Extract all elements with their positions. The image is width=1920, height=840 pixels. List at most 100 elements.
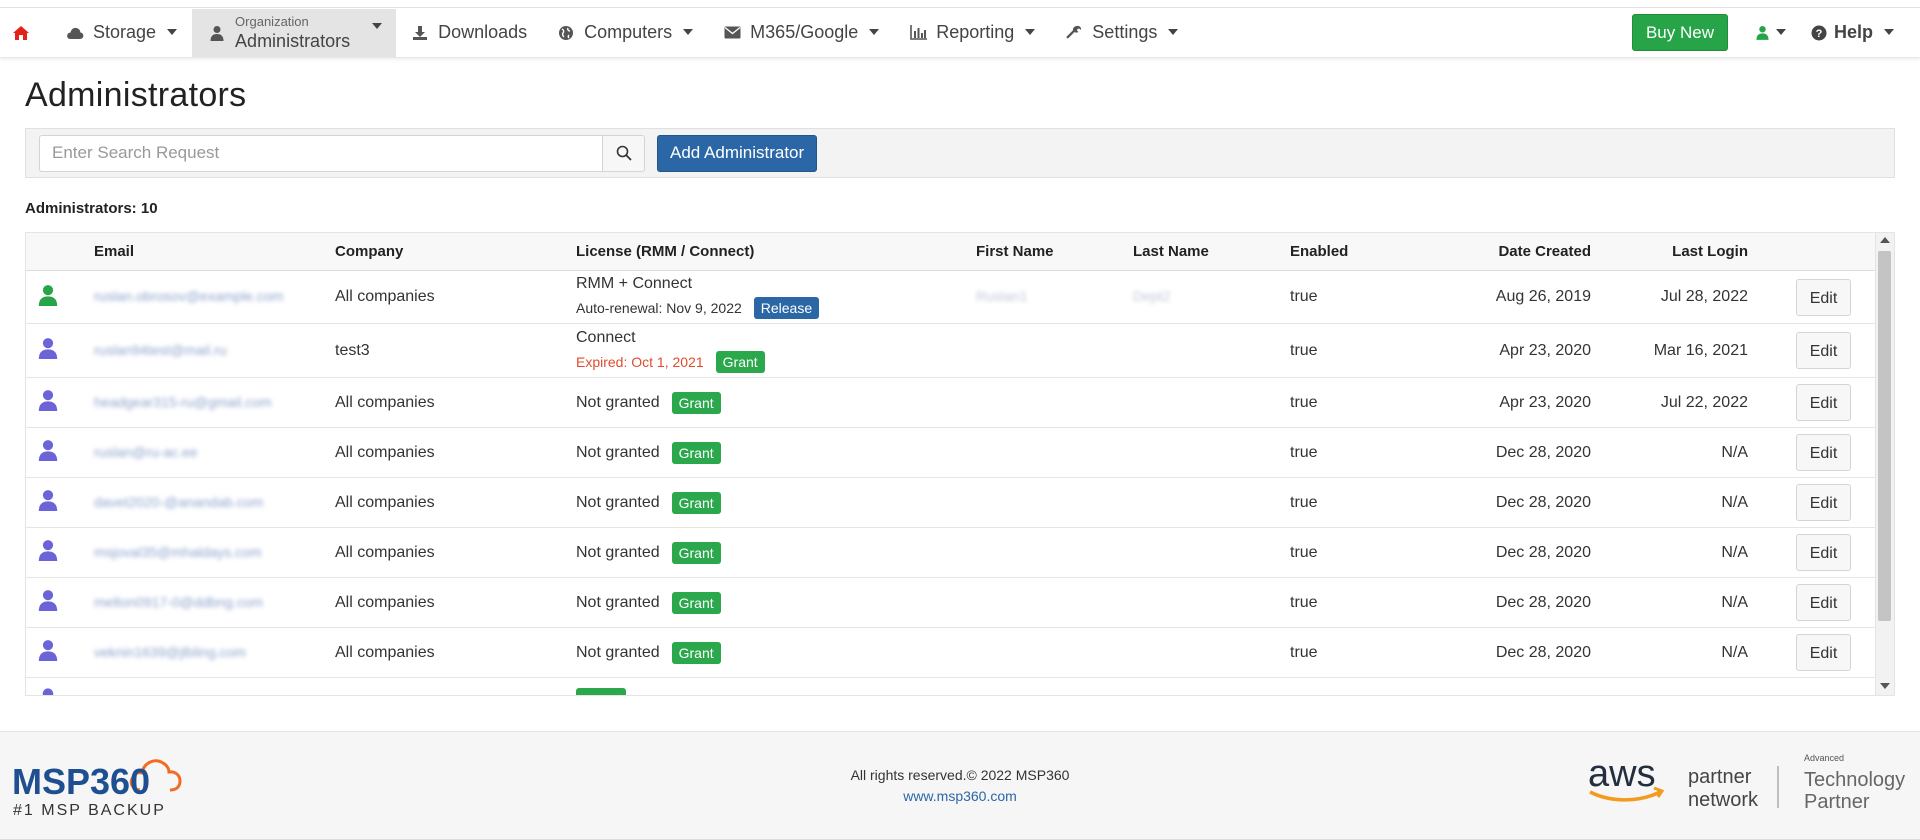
header-last-login[interactable]: Last Login (1591, 243, 1748, 260)
nav-downloads-label: Downloads (438, 22, 528, 42)
chevron-down-icon (372, 22, 383, 29)
msp360-tagline: #1 MSP BACKUP (13, 802, 166, 819)
admin-last-login: N/A (1721, 543, 1748, 561)
search-button[interactable] (602, 134, 645, 172)
buy-new-button[interactable]: Buy New (1631, 14, 1728, 51)
admin-email-link[interactable]: ruslan@ru-ac.ee (94, 444, 335, 462)
admin-email-link[interactable]: melton0917-0@ddbng.com (94, 594, 335, 612)
edit-cell: Edit (1748, 534, 1851, 571)
admin-enabled: true (1290, 443, 1318, 461)
navbar-right: Buy New ? Help (1631, 8, 1920, 57)
chevron-down-icon (1025, 28, 1036, 35)
license-status: Connect (576, 328, 636, 346)
svg-text:?: ? (1816, 28, 1823, 40)
admin-email-link[interactable]: davet2020-@anandab.com (94, 494, 335, 512)
scroll-down-icon[interactable] (1880, 683, 1890, 689)
table-row[interactable]: veknin1639@jlbling.com All companies Not g… (26, 628, 1894, 678)
nav-settings[interactable]: Settings (1050, 8, 1193, 57)
nav-storage[interactable]: Storage (51, 8, 192, 57)
search-input[interactable] (39, 134, 602, 172)
edit-button[interactable]: Edit (1796, 534, 1851, 571)
table-row[interactable]: davet2020-@anandab.com All companies Not g… (26, 478, 1894, 528)
header-company[interactable]: Company (335, 243, 576, 260)
admin-last-login: N/A (1721, 443, 1748, 461)
admin-license: Not granted Grant (576, 441, 976, 464)
org-label-stack: Organization Administrators (235, 15, 350, 50)
edit-cell: Edit (1748, 384, 1851, 421)
org-small-label: Organization (235, 14, 309, 29)
header-license[interactable]: License (RMM / Connect) (576, 243, 976, 260)
edit-button[interactable]: Edit (1796, 384, 1851, 421)
aws-partner-badge: aws partner network Advanced Technology … (1588, 752, 1908, 822)
admin-company: All companies (335, 443, 435, 461)
edit-button[interactable]: Edit (1796, 634, 1851, 671)
user-icon (38, 440, 58, 461)
table-row[interactable]: headgear315-ru@gmail.com All companies Not… (26, 378, 1894, 428)
admin-last-login: N/A (1721, 493, 1748, 511)
edit-button[interactable]: Edit (1796, 484, 1851, 521)
license-status: Not granted (576, 493, 660, 511)
admin-email-link[interactable]: ruslan.obrosov@example.com (94, 288, 335, 306)
nav-storage-label: Storage (93, 22, 157, 42)
admin-avatar (26, 284, 94, 311)
admin-enabled: true (1290, 543, 1318, 561)
admin-enabled: true (1290, 593, 1318, 611)
nav-computers[interactable]: Computers (542, 8, 708, 57)
aws-advanced-text: Advanced (1804, 753, 1844, 763)
header-email[interactable]: Email (94, 243, 335, 260)
help-menu[interactable]: ? Help (1798, 8, 1906, 57)
admin-email-link[interactable]: msjoval35@mhaldays.com (94, 544, 335, 562)
admin-date-created: Dec 28, 2020 (1495, 443, 1591, 461)
nav-downloads[interactable]: Downloads (396, 8, 542, 57)
nav-organization[interactable]: Organization Administrators (192, 8, 397, 57)
header-last-name[interactable]: Last Name (1133, 243, 1290, 260)
grant-license-button[interactable]: Grant (671, 391, 721, 414)
header-enabled[interactable]: Enabled (1290, 243, 1410, 260)
license-line: Not granted Grant (576, 541, 976, 564)
cloud-icon (66, 24, 84, 42)
aws-network-text: network (1688, 789, 1759, 811)
table-row-partial[interactable] (26, 678, 1894, 695)
table-row[interactable]: ruslan@ru-ac.ee All companies Not granted G… (26, 428, 1894, 478)
table-row[interactable]: msjoval35@mhaldays.com All companies Not g… (26, 528, 1894, 578)
nav-m365-label: M365/Google (750, 22, 859, 42)
table-row[interactable]: ruslan.obrosov@example.com All companies R… (26, 271, 1894, 324)
grant-license-button[interactable]: Grant (671, 641, 721, 664)
license-detail-text: Expired: Oct 1, 2021 (576, 353, 704, 370)
grant-license-button[interactable]: Grant (671, 491, 721, 514)
grant-license-button[interactable]: Grant (671, 541, 721, 564)
grant-license-button[interactable]: Grant (715, 350, 765, 373)
user-icon (38, 490, 58, 511)
release-license-button[interactable]: Release (753, 297, 820, 319)
nav-reporting[interactable]: Reporting (894, 8, 1050, 57)
admin-company: All companies (335, 593, 435, 611)
user-menu[interactable] (1742, 8, 1798, 57)
home-link[interactable] (12, 8, 51, 57)
admin-email-link[interactable]: veknin1639@jlbling.com (94, 644, 335, 662)
admin-email-link[interactable]: headgear315-ru@gmail.com (94, 394, 335, 412)
edit-button[interactable]: Edit (1796, 332, 1851, 369)
grant-license-button[interactable]: Grant (671, 591, 721, 614)
admin-avatar (26, 389, 94, 416)
grant-license-button[interactable]: Grant (671, 441, 721, 464)
edit-button[interactable]: Edit (1796, 584, 1851, 621)
admin-last-login: Mar 16, 2021 (1653, 341, 1748, 359)
admin-email-link[interactable]: ruslan94test@mail.ru (94, 342, 335, 360)
header-first-name[interactable]: First Name (976, 243, 1133, 260)
grant-license-button[interactable] (576, 688, 626, 695)
table-row[interactable]: ruslan94test@mail.ru test3 Connect Expired:… (26, 324, 1894, 378)
admin-license: Not granted Grant (576, 641, 976, 664)
edit-button[interactable]: Edit (1796, 278, 1851, 316)
edit-button[interactable]: Edit (1796, 434, 1851, 471)
table-scrollbar[interactable] (1875, 233, 1894, 695)
table-row[interactable]: melton0917-0@ddbng.com All companies Not g… (26, 578, 1894, 628)
add-administrator-button[interactable]: Add Administrator (657, 134, 818, 172)
user-icon (42, 688, 54, 695)
header-date-created[interactable]: Date Created (1410, 243, 1591, 260)
scroll-up-icon[interactable] (1880, 237, 1890, 243)
scrollbar-thumb[interactable] (1878, 251, 1891, 621)
chevron-down-icon (167, 28, 178, 35)
nav-m365[interactable]: M365/Google (708, 8, 894, 57)
globe-icon (557, 24, 575, 42)
admin-avatar (26, 439, 94, 466)
